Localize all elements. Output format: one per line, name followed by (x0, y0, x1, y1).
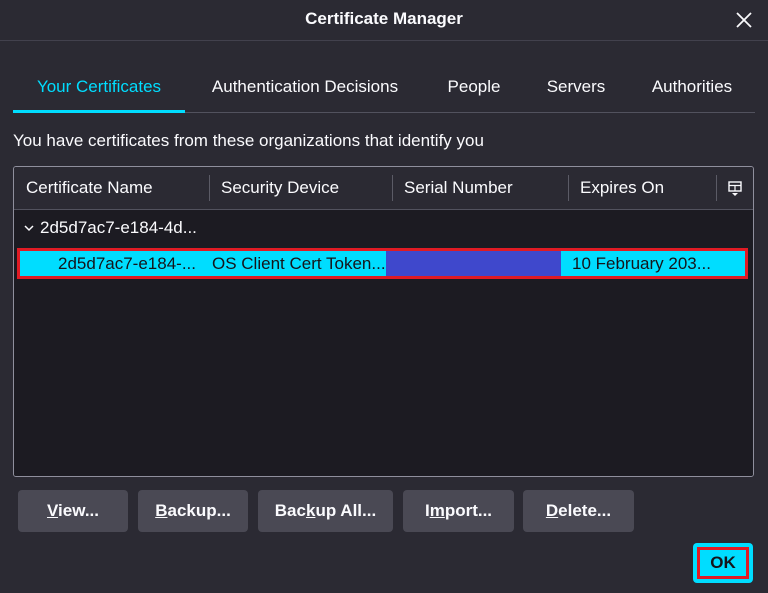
ok-button-label: OK (697, 547, 749, 579)
tab-people[interactable]: People (438, 66, 510, 110)
window-title: Certificate Manager (305, 9, 463, 28)
description-text: You have certificates from these organiz… (13, 131, 484, 150)
backup-button-label-post: ackup... (167, 501, 231, 520)
view-button-label-post: iew... (58, 501, 99, 520)
import-button-label-post: port... (444, 501, 493, 520)
backup-all-button[interactable]: Backup All... (258, 490, 393, 532)
backup-all-button-label-pre: Bac (274, 501, 306, 520)
backup-all-button-label-post: up All... (315, 501, 377, 520)
title-bar: Certificate Manager (0, 0, 768, 41)
view-button[interactable]: View... (18, 490, 128, 532)
tab-authorities[interactable]: Authorities (641, 66, 743, 110)
chevron-down-icon[interactable] (23, 223, 35, 233)
backup-button[interactable]: Backup... (138, 490, 248, 532)
cell-expires-on: 10 February 203... (572, 254, 711, 273)
column-separator[interactable] (716, 175, 717, 201)
certificate-tree[interactable]: Certificate Name Security Device Serial … (13, 166, 754, 477)
delete-button-label-post: elete... (558, 501, 612, 520)
tab-servers[interactable]: Servers (538, 66, 614, 110)
column-header-expires-on[interactable]: Expires On (568, 167, 716, 209)
tree-group-row[interactable]: 2d5d7ac7-e184-4d... (14, 210, 753, 246)
close-button[interactable] (732, 8, 756, 32)
cell-serial-number (386, 251, 561, 276)
cell-certificate-name: 2d5d7ac7-e184-... (58, 254, 196, 273)
column-header-certificate-name[interactable]: Certificate Name (14, 167, 209, 209)
view-button-accesskey: V (47, 501, 59, 520)
tree-header: Certificate Name Security Device Serial … (14, 167, 753, 210)
backup-button-accesskey: B (155, 501, 168, 520)
column-header-serial-number[interactable]: Serial Number (392, 167, 568, 209)
import-button[interactable]: Import... (403, 490, 514, 532)
ok-button[interactable]: OK (693, 543, 753, 583)
table-row[interactable]: 2d5d7ac7-e184-... OS Client Cert Token..… (17, 248, 748, 279)
group-label: 2d5d7ac7-e184-4d... (40, 218, 197, 237)
column-picker-button[interactable] (726, 179, 744, 197)
cell-security-device: OS Client Cert Token... (212, 254, 386, 273)
tree-body[interactable]: 2d5d7ac7-e184-4d... 2d5d7ac7-e184-... OS… (14, 210, 753, 476)
delete-button[interactable]: Delete... (523, 490, 634, 532)
tab-bar: Your Certificates Authentication Decisio… (13, 66, 755, 113)
column-picker-icon (728, 181, 742, 196)
tab-authentication-decisions[interactable]: Authentication Decisions (200, 66, 410, 110)
import-button-accesskey: m (429, 501, 445, 520)
delete-button-accesskey: D (545, 501, 559, 520)
close-icon (736, 12, 752, 28)
column-header-security-device[interactable]: Security Device (209, 167, 392, 209)
tab-your-certificates[interactable]: Your Certificates (13, 66, 185, 113)
